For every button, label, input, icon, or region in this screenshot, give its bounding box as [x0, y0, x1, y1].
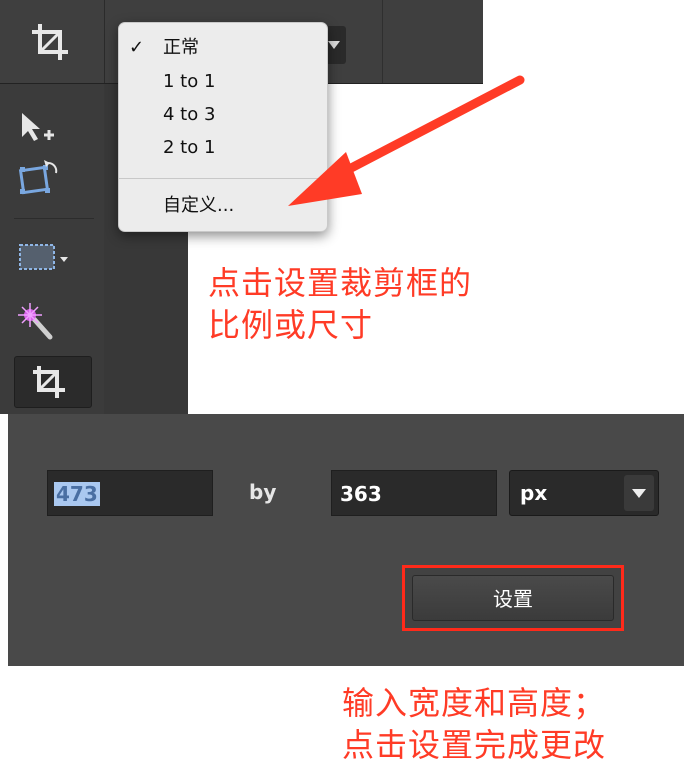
- unit-value: px: [520, 481, 548, 505]
- annotation-line: 点击设置完成更改: [342, 726, 607, 764]
- annotation-line: 比例或尺寸: [208, 306, 374, 344]
- annotation-apply: 输入宽度和高度； 点击设置完成更改: [342, 682, 606, 766]
- unit-select[interactable]: px: [509, 470, 659, 516]
- width-value: 473: [54, 482, 100, 506]
- height-value: 363: [340, 482, 382, 506]
- by-label: by: [249, 480, 277, 504]
- annotation-set-ratio: 点击设置裁剪框的 比例或尺寸: [208, 262, 472, 346]
- annotation-line: 输入宽度和高度；: [342, 684, 607, 722]
- apply-button[interactable]: 设置: [412, 575, 614, 621]
- annotation-line: 点击设置裁剪框的: [208, 264, 473, 302]
- apply-highlight: 设置: [402, 565, 624, 631]
- width-input[interactable]: 473: [47, 470, 213, 516]
- height-input[interactable]: 363: [331, 470, 497, 516]
- chevron-down-icon[interactable]: [624, 475, 654, 511]
